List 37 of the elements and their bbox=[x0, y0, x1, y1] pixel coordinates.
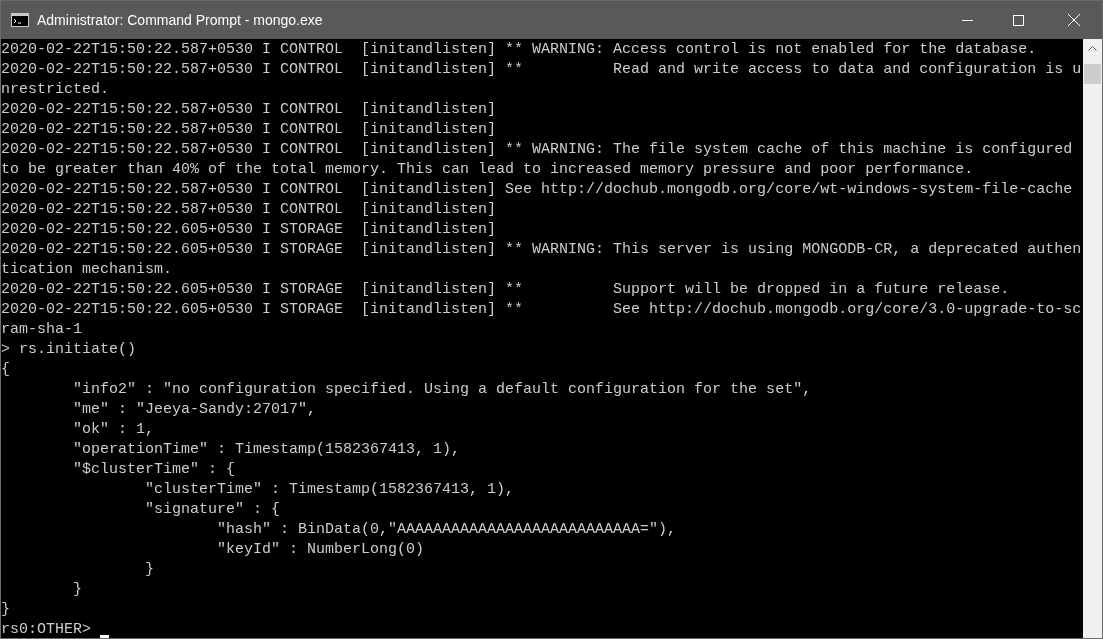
text-cursor bbox=[100, 635, 110, 638]
maximize-icon bbox=[1012, 14, 1024, 26]
console-line: "ok" : 1, bbox=[72, 420, 155, 440]
console-line: 2020-02-22T15:50:22.587+0530 I CONTROL [initandlisten] bbox=[1, 120, 497, 140]
console-line: to be greater than 40% of the total memory. This can lead to increased memory pressure and poor performance. bbox=[1, 160, 974, 180]
console-line: 2020-02-22T15:50:22.605+0530 I STORAGE [initandlisten] bbox=[1, 220, 497, 240]
console-line: { bbox=[1, 360, 10, 380]
scrollbar[interactable] bbox=[1083, 39, 1102, 638]
console-line: 2020-02-22T15:50:22.587+0530 I CONTROL [initandlisten] bbox=[1, 100, 497, 120]
console-line: ram-sha-1 bbox=[1, 320, 82, 340]
console-line: "signature" : { bbox=[144, 500, 281, 520]
console-line: "hash" : BinData(0,"AAAAAAAAAAAAAAAAAAAAAAAAAAA="), bbox=[216, 520, 677, 540]
console-line: 2020-02-22T15:50:22.605+0530 I STORAGE [initandlisten] ** Support will be dropped in a future release. bbox=[1, 280, 1010, 300]
console-line: 2020-02-22T15:50:22.605+0530 I STORAGE [initandlisten] ** See http://dochub.mongodb.org/core/3.0-upgrade-to-sc bbox=[1, 300, 1082, 320]
console-line: "operationTime" : Timestamp(1582367413, 1), bbox=[72, 440, 461, 460]
close-icon bbox=[1068, 14, 1080, 26]
console-line: "clusterTime" : Timestamp(1582367413, 1), bbox=[144, 480, 515, 500]
console-line: 2020-02-22T15:50:22.587+0530 I CONTROL [initandlisten] ** WARNING: The file system cache of this machine is configured bbox=[1, 140, 1073, 160]
console-line: "keyId" : NumberLong(0) bbox=[216, 540, 425, 560]
console-prompt: rs0:OTHER> bbox=[1, 620, 92, 638]
terminal-icon bbox=[11, 13, 29, 27]
scrollbar-thumb[interactable] bbox=[1084, 64, 1101, 84]
console-line: nrestricted. bbox=[1, 80, 110, 100]
console-line: 2020-02-22T15:50:22.587+0530 I CONTROL [initandlisten] bbox=[1, 200, 497, 220]
console-line: } bbox=[144, 560, 155, 580]
console-line: tication mechanism. bbox=[1, 260, 173, 280]
console-line: "me" : "Jeeya-Sandy:27017", bbox=[72, 400, 317, 420]
console-line: 2020-02-22T15:50:22.587+0530 I CONTROL [initandlisten] See http://dochub.mongodb.org/core/wt-windows-system-file-cache bbox=[1, 180, 1073, 200]
console-line: 2020-02-22T15:50:22.587+0530 I CONTROL [initandlisten] ** Read and write access to data and configuration is u bbox=[1, 60, 1082, 80]
console-line: } bbox=[1, 600, 10, 620]
console-line: > rs.initiate() bbox=[1, 340, 137, 360]
console-line: "$clusterTime" : { bbox=[72, 460, 236, 480]
console-line: 2020-02-22T15:50:22.605+0530 I STORAGE [initandlisten] ** WARNING: This server is using MONGODB-CR, a deprecated authen bbox=[1, 240, 1082, 260]
console-line: "info2" : "no configuration specified. Using a default configuration for the set", bbox=[72, 380, 812, 400]
console-line: 2020-02-22T15:50:22.587+0530 I CONTROL [initandlisten] ** WARNING: Access control is not enabled for the database. bbox=[1, 40, 1037, 60]
window-title: Administrator: Command Prompt - mongo.exe bbox=[37, 10, 323, 30]
console-line: } bbox=[72, 580, 82, 600]
